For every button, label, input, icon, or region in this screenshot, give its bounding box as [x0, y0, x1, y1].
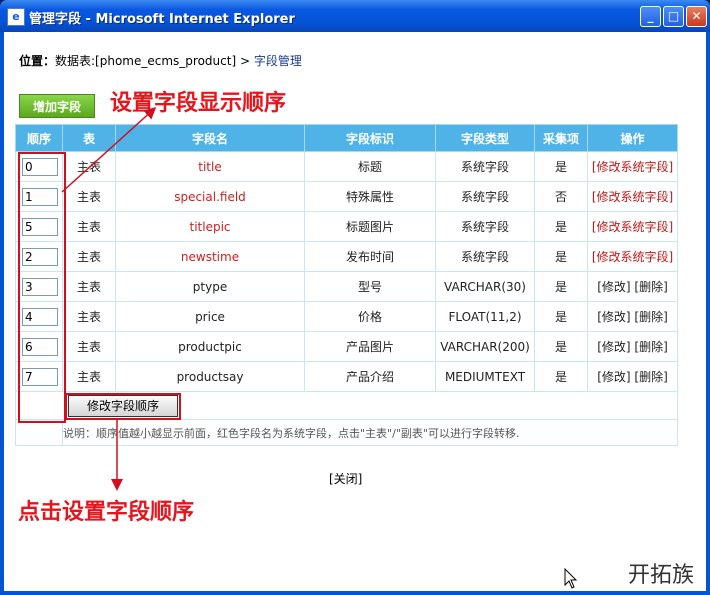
- table-header-row: 顺序 表 字段名 字段标识 字段类型 采集项 操作: [15, 124, 678, 152]
- note-row: 说明：顺序值越小越显示前面，红色字段名为系统字段，点击"主表"/"副表"可以进行…: [15, 419, 678, 446]
- field-type-cell: FLOAT(11,2): [435, 301, 535, 332]
- field-name-cell: productsay: [115, 361, 305, 392]
- col-header-field-label: 字段标识: [304, 124, 436, 152]
- col-header-field-name: 字段名: [115, 124, 305, 152]
- table-type-cell[interactable]: 主表: [62, 241, 116, 272]
- annotation-box-submit: [65, 393, 181, 420]
- minimize-button[interactable]: _: [640, 6, 661, 27]
- add-field-button[interactable]: 增加字段: [19, 94, 95, 118]
- collect-cell: 是: [534, 361, 588, 392]
- collect-cell: 是: [534, 331, 588, 362]
- actions-cell[interactable]: [修改] [删除]: [587, 331, 678, 362]
- field-type-cell: 系统字段: [435, 241, 535, 272]
- collect-cell: 是: [534, 301, 588, 332]
- ie-page-icon: e: [7, 8, 25, 26]
- field-label-cell: 型号: [304, 271, 436, 302]
- field-name-cell: title: [115, 151, 305, 182]
- field-name-cell: newstime: [115, 241, 305, 272]
- note-text: 说明：顺序值越小越显示前面，红色字段名为系统字段，点击"主表"/"副表"可以进行…: [62, 419, 678, 446]
- collect-cell: 是: [534, 211, 588, 242]
- table-type-cell[interactable]: 主表: [62, 211, 116, 242]
- table-type-cell[interactable]: 主表: [62, 271, 116, 302]
- table-type-cell[interactable]: 主表: [62, 181, 116, 212]
- field-name-cell: price: [115, 301, 305, 332]
- table-row: 主表productsay产品介绍MEDIUMTEXT是[修改] [删除]: [15, 361, 678, 392]
- table-row: 主表newstime发布时间系统字段是[修改系统字段]: [15, 241, 678, 272]
- field-type-cell: 系统字段: [435, 211, 535, 242]
- field-label-cell: 发布时间: [304, 241, 436, 272]
- table-row: 主表title标题系统字段是[修改系统字段]: [15, 151, 678, 182]
- annotation-box-order-column: [18, 152, 66, 423]
- field-label-cell: 特殊属性: [304, 181, 436, 212]
- title-bar[interactable]: e 管理字段 - Microsoft Internet Explorer _ □…: [0, 0, 710, 32]
- actions-cell[interactable]: [修改] [删除]: [587, 361, 678, 392]
- close-link[interactable]: [关闭]: [329, 470, 362, 487]
- field-label-cell: 标题: [304, 151, 436, 182]
- annotation-set-order: 设置字段显示顺序: [110, 90, 287, 116]
- field-label-cell: 产品介绍: [304, 361, 436, 392]
- ie-window: e 管理字段 - Microsoft Internet Explorer _ □…: [0, 0, 710, 595]
- annotation-click-set-order: 点击设置字段顺序: [18, 499, 195, 525]
- breadcrumb-label: 位置：: [19, 54, 56, 68]
- window-frame-bottom: [0, 591, 710, 595]
- table-type-cell[interactable]: 主表: [62, 151, 116, 182]
- actions-cell[interactable]: [修改] [删除]: [587, 301, 678, 332]
- field-label-cell: 价格: [304, 301, 436, 332]
- field-name-cell: productpic: [115, 331, 305, 362]
- mouse-cursor-icon: [564, 568, 578, 589]
- table-row: 主表ptype型号VARCHAR(30)是[修改] [删除]: [15, 271, 678, 302]
- field-name-cell: special.field: [115, 181, 305, 212]
- close-window-button[interactable]: ✕: [686, 6, 707, 27]
- table-row: 主表special.field特殊属性系统字段否[修改系统字段]: [15, 181, 678, 212]
- field-type-cell: VARCHAR(200): [435, 331, 535, 362]
- table-row: 主表productpic产品图片VARCHAR(200)是[修改] [删除]: [15, 331, 678, 362]
- field-type-cell: 系统字段: [435, 151, 535, 182]
- table-type-cell[interactable]: 主表: [62, 331, 116, 362]
- maximize-button[interactable]: □: [663, 6, 684, 27]
- window-title: 管理字段 - Microsoft Internet Explorer: [29, 12, 295, 27]
- field-label-cell: 产品图片: [304, 331, 436, 362]
- actions-cell[interactable]: [修改系统字段]: [587, 151, 678, 182]
- table-row: 主表price价格FLOAT(11,2)是[修改] [删除]: [15, 301, 678, 332]
- window-frame-right: [706, 32, 710, 595]
- table-row: 主表titlepic标题图片系统字段是[修改系统字段]: [15, 211, 678, 242]
- col-header-table: 表: [62, 124, 116, 152]
- breadcrumb-link-field-manage[interactable]: 字段管理: [254, 54, 302, 68]
- col-header-collect: 采集项: [534, 124, 588, 152]
- actions-cell[interactable]: [修改系统字段]: [587, 211, 678, 242]
- collect-cell: 否: [534, 181, 588, 212]
- field-type-cell: MEDIUMTEXT: [435, 361, 535, 392]
- actions-cell[interactable]: [修改系统字段]: [587, 181, 678, 212]
- field-type-cell: 系统字段: [435, 181, 535, 212]
- actions-cell[interactable]: [修改系统字段]: [587, 241, 678, 272]
- collect-cell: 是: [534, 271, 588, 302]
- watermark-logo: 开拓族: [628, 563, 695, 588]
- col-header-actions: 操作: [587, 124, 678, 152]
- field-name-cell: ptype: [115, 271, 305, 302]
- breadcrumb: 位置：数据表:[phome_ecms_product] > 字段管理: [19, 52, 302, 69]
- field-type-cell: VARCHAR(30): [435, 271, 535, 302]
- col-header-field-type: 字段类型: [435, 124, 535, 152]
- table-type-cell[interactable]: 主表: [62, 361, 116, 392]
- collect-cell: 是: [534, 241, 588, 272]
- field-name-cell: titlepic: [115, 211, 305, 242]
- breadcrumb-path: 数据表:[phome_ecms_product] >: [55, 54, 254, 68]
- field-label-cell: 标题图片: [304, 211, 436, 242]
- collect-cell: 是: [534, 151, 588, 182]
- actions-cell[interactable]: [修改] [删除]: [587, 271, 678, 302]
- col-header-order: 顺序: [15, 124, 63, 152]
- page-content: 位置：数据表:[phome_ecms_product] > 字段管理 增加字段 …: [4, 32, 706, 591]
- table-type-cell[interactable]: 主表: [62, 301, 116, 332]
